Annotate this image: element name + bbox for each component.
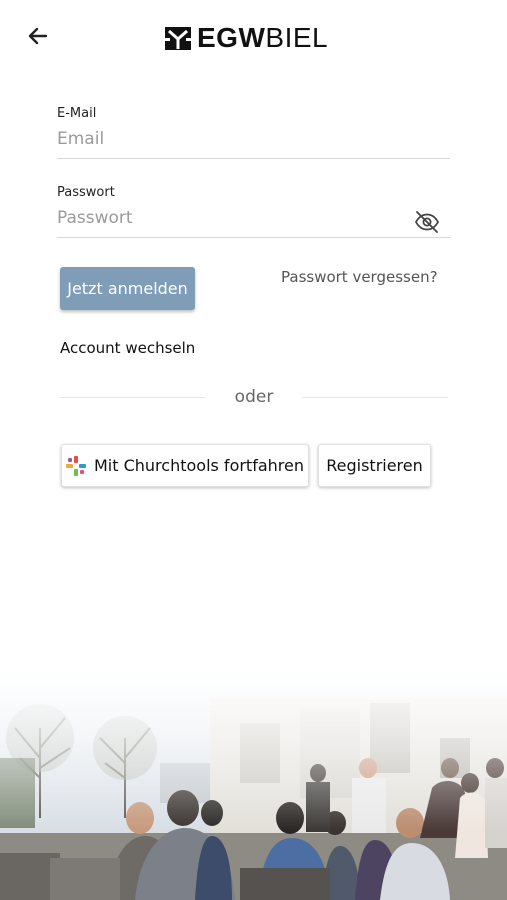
churchtools-icon (65, 455, 86, 476)
churchtools-login-button[interactable]: Mit Churchtools fortfahren (61, 444, 309, 487)
churchtools-label: Mit Churchtools fortfahren (93, 456, 304, 475)
egw-logo-icon (165, 27, 191, 50)
forgot-password-link[interactable]: Passwort vergessen? (281, 268, 438, 286)
community-photo (0, 668, 507, 900)
back-button[interactable] (24, 22, 52, 50)
logo-text-light: BIEL (265, 22, 329, 53)
email-label: E-Mail (57, 106, 97, 121)
divider-label: oder (234, 387, 274, 407)
password-field-group: Passwort (57, 185, 450, 238)
email-input[interactable] (57, 121, 450, 159)
login-button[interactable]: Jetzt anmelden (60, 267, 195, 310)
password-input[interactable] (57, 200, 450, 238)
password-label: Passwort (57, 185, 115, 200)
toggle-password-visibility-button[interactable] (414, 210, 440, 234)
logo-wordmark: EGWBIEL (197, 22, 328, 54)
eye-off-icon (414, 211, 440, 233)
switch-account-link[interactable]: Account wechseln (60, 339, 195, 357)
divider-line-left (60, 397, 205, 398)
divider-line-right (302, 397, 448, 398)
back-arrow-icon (28, 27, 48, 45)
logo-text-bold: EGW (197, 22, 266, 53)
app-logo: EGWBIEL (165, 22, 328, 54)
email-field-group: E-Mail (57, 106, 450, 159)
register-button[interactable]: Registrieren (318, 444, 431, 487)
